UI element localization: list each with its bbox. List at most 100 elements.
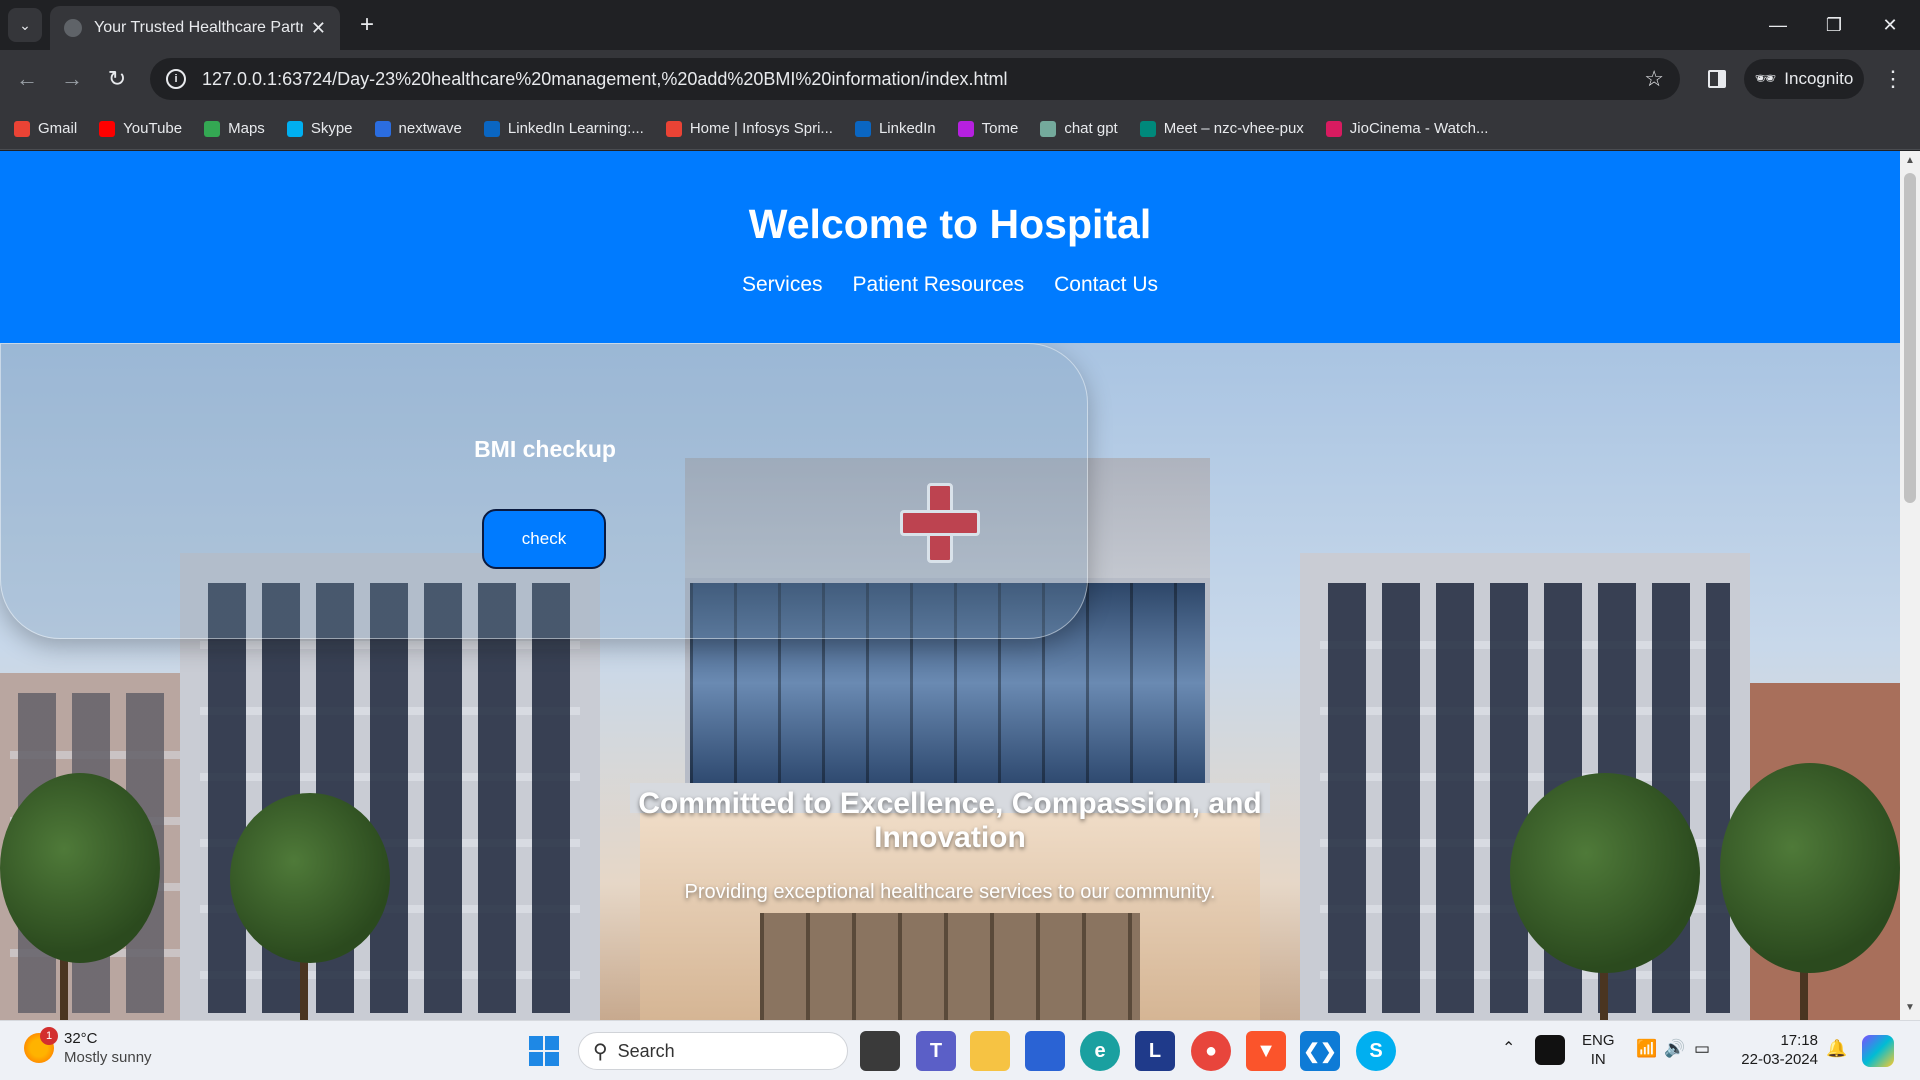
bookmark-favicon-icon [483, 120, 500, 137]
teams-icon[interactable]: T [916, 1031, 956, 1071]
bookmark-item[interactable]: Tome [957, 120, 1019, 137]
notifications-icon[interactable]: 🔔 [1826, 1039, 1847, 1058]
forward-button[interactable]: → [55, 62, 89, 96]
bookmark-item[interactable]: YouTube [99, 120, 182, 137]
page-viewport: Welcome to Hospital Services Patient Res… [0, 151, 1900, 1020]
bmi-heading: BMI checkup [474, 436, 616, 462]
arrow-left-icon: ← [16, 66, 38, 91]
bookmark-item[interactable]: Home | Infosys Spri... [665, 120, 833, 137]
bookmark-item[interactable]: chat gpt [1040, 120, 1118, 137]
bookmark-item[interactable]: JioCinema - Watch... [1325, 120, 1489, 137]
language-indicator[interactable]: ENG IN [1582, 1031, 1615, 1069]
battery-icon[interactable]: ▭ [1694, 1039, 1710, 1058]
chrome-icon[interactable]: ● [1191, 1031, 1231, 1071]
bookmark-favicon-icon [14, 120, 30, 137]
scroll-down-icon[interactable]: ▼ [1904, 1002, 1916, 1014]
edge-icon[interactable]: e [1080, 1031, 1120, 1071]
incognito-icon: 🕶 [1754, 69, 1777, 88]
nvidia-icon[interactable] [1535, 1035, 1565, 1065]
hero-headline: Committed to Excellence, Compassion, and… [638, 787, 1262, 854]
bookmark-favicon-icon [204, 120, 221, 137]
address-bar[interactable]: i 127.0.0.1:63724/Day-23%20healthcare%20… [150, 58, 1680, 100]
bookmark-label: Maps [228, 120, 265, 137]
url-text[interactable]: 127.0.0.1:63724/Day-23%20healthcare%20ma… [202, 69, 1644, 90]
copilot-icon[interactable] [1862, 1035, 1894, 1067]
weather-temp: 32°C [64, 1030, 98, 1047]
volume-icon[interactable]: 🔊 [1664, 1039, 1685, 1058]
nav-patient-resources[interactable]: Patient Resources [853, 273, 1025, 297]
bmi-check-button[interactable]: check [482, 509, 606, 569]
minimize-button[interactable]: — [1750, 0, 1806, 50]
page-scrollbar[interactable]: ▲ ▼ [1900, 151, 1920, 1020]
bookmark-label: LinkedIn Learning:... [507, 120, 644, 137]
brave-icon[interactable]: ▼ [1246, 1031, 1286, 1071]
scrollbar-thumb[interactable] [1904, 173, 1916, 503]
l-app-icon[interactable]: L [1135, 1031, 1175, 1071]
kebab-menu-icon: ⋮ [1882, 66, 1904, 91]
bookmark-favicon-icon [854, 120, 871, 137]
search-icon: ⚲ [593, 1040, 608, 1063]
bookmark-item[interactable]: LinkedIn Learning:... [483, 120, 644, 137]
site-title: Welcome to Hospital [748, 201, 1152, 247]
bookmark-label: Home | Infosys Spri... [689, 120, 833, 137]
skype-icon[interactable]: S [1356, 1031, 1396, 1071]
store-icon[interactable] [1025, 1031, 1065, 1071]
hero-subline: Providing exceptional healthcare service… [684, 881, 1216, 903]
bookmark-label: Gmail [38, 120, 78, 137]
side-panel-button[interactable] [1700, 62, 1734, 96]
browser-menu-button[interactable]: ⋮ [1876, 62, 1910, 96]
close-window-button[interactable]: ✕ [1862, 0, 1918, 50]
file-explorer-icon[interactable] [970, 1031, 1010, 1071]
bookmark-favicon-icon [99, 120, 116, 137]
bookmark-favicon-icon [1040, 120, 1057, 137]
bookmark-favicon-icon [1139, 120, 1156, 137]
os-taskbar: 1 32°C Mostly sunny ⚲ Search T e L ● ▼ ❮… [0, 1020, 1920, 1080]
nav-contact-us[interactable]: Contact Us [1054, 273, 1158, 297]
incognito-indicator[interactable]: 🕶 Incognito [1744, 59, 1864, 99]
tray-overflow-icon[interactable]: ⌃ [1502, 1039, 1515, 1058]
bookmark-favicon-icon [665, 120, 682, 137]
incognito-label: Incognito [1784, 69, 1854, 88]
vscode-icon[interactable]: ❮❯ [1300, 1031, 1340, 1071]
bookmark-label: nextwave [398, 120, 462, 137]
tab-active[interactable]: Your Trusted Healthcare Partner ✕ [50, 6, 340, 50]
taskbar-search-label: Search [617, 1040, 675, 1061]
bookmark-item[interactable]: LinkedIn [854, 120, 936, 137]
tab-search-button[interactable]: ⌄ [8, 8, 42, 42]
wifi-icon[interactable]: 📶 [1636, 1039, 1657, 1058]
weather-condition: Mostly sunny [64, 1049, 152, 1066]
new-tab-button[interactable]: + [352, 10, 382, 40]
bookmark-label: LinkedIn [878, 120, 936, 137]
language-line1: ENG [1582, 1032, 1615, 1049]
bookmark-item[interactable]: Gmail [14, 120, 77, 137]
weather-widget[interactable]: 1 32°C Mostly sunny [24, 1027, 152, 1067]
task-view-icon[interactable] [860, 1031, 900, 1071]
scroll-up-icon[interactable]: ▲ [1904, 155, 1916, 167]
close-tab-icon[interactable]: ✕ [311, 18, 326, 39]
bookmark-star-icon[interactable]: ☆ [1644, 66, 1664, 92]
info-icon[interactable]: i [166, 69, 186, 89]
bookmark-label: Tome [981, 120, 1019, 137]
restore-button[interactable]: ❐ [1806, 0, 1862, 50]
bookmark-item[interactable]: Maps [204, 120, 265, 137]
reload-icon: ↻ [107, 66, 127, 91]
tab-title: Your Trusted Healthcare Partner [94, 19, 303, 36]
bookmark-favicon-icon [374, 120, 391, 137]
bookmark-item[interactable]: nextwave [374, 120, 462, 137]
reload-button[interactable]: ↻ [100, 62, 134, 96]
side-panel-icon [1708, 70, 1726, 88]
bookmark-label: Skype [310, 120, 353, 137]
bookmark-item[interactable]: Skype [286, 120, 353, 137]
windows-start-icon[interactable] [524, 1031, 564, 1071]
bookmark-item[interactable]: Meet – nzc-vhee-pux [1139, 120, 1304, 137]
bookmark-label: chat gpt [1064, 120, 1118, 137]
nav-services[interactable]: Services [742, 273, 823, 297]
taskbar-search[interactable]: ⚲ Search [578, 1032, 848, 1070]
bookmark-label: JioCinema - Watch... [1349, 120, 1489, 137]
bookmark-favicon-icon [1325, 120, 1342, 137]
clock[interactable]: 17:18 22-03-2024 [1738, 1031, 1818, 1069]
chevron-down-icon: ⌄ [19, 16, 31, 33]
browser-toolbar: ← → ↻ i 127.0.0.1:63724/Day-23%20healthc… [0, 50, 1920, 108]
back-button[interactable]: ← [10, 62, 44, 96]
site-nav: Services Patient Resources Contact Us [0, 273, 1900, 297]
